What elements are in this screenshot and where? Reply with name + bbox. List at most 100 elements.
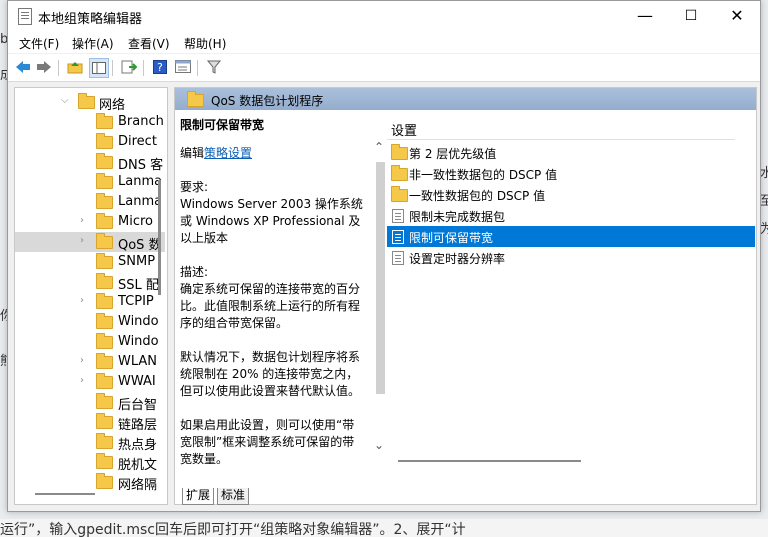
list-item-label: 限制未完成数据包 — [409, 210, 506, 224]
expand-closed-icon[interactable]: › — [80, 376, 90, 386]
list-item-label: 设置定时器分辨率 — [409, 252, 506, 266]
folder-icon — [96, 133, 113, 149]
svg-text:?: ? — [157, 61, 163, 74]
export-list-icon[interactable] — [120, 58, 138, 76]
list-item[interactable]: 非一致性数据包的 DSCP 值 — [387, 163, 755, 184]
menu-action[interactable]: 操作(A) — [72, 35, 114, 52]
list-horizontal-scrollbar[interactable] — [398, 460, 581, 462]
list-item-label: 限制可保留带宽 — [409, 231, 494, 245]
title-bar[interactable]: 本地组策略编辑器 — ☐ ✕ — [8, 1, 760, 31]
scroll-up-icon[interactable]: ⌃ — [374, 140, 384, 154]
tree-item[interactable]: Branch — [15, 112, 165, 132]
bg-fragment: 至 — [760, 194, 768, 209]
folder-icon — [96, 113, 113, 129]
list-item[interactable]: 一致性数据包的 DSCP 值 — [387, 184, 755, 205]
tree-item[interactable]: › Micro — [15, 212, 165, 232]
tree-item[interactable]: › WWAI — [15, 372, 165, 392]
tree-item[interactable]: Windo — [15, 332, 165, 352]
folder-icon — [96, 153, 113, 169]
expand-closed-icon[interactable]: › — [80, 356, 90, 366]
tab-extended[interactable]: 扩展 — [182, 488, 215, 505]
tree-item-label: WWAI — [118, 374, 156, 389]
scroll-down-icon[interactable]: ⌄ — [374, 438, 384, 452]
tree-item[interactable]: 热点身 — [15, 432, 165, 452]
description-default: 默认情况下，数据包计划程序将系统限制在 20% 的连接带宽之内，但可以使用此设置… — [180, 350, 361, 398]
tab-standard[interactable]: 标准 — [217, 488, 250, 505]
folder-icon — [96, 273, 113, 289]
expand-closed-icon[interactable]: › — [80, 216, 90, 226]
details-pane: QoS 数据包计划程序 限制可保留带宽 编辑策略设置 要求: Windows S… — [174, 87, 757, 505]
gpedit-window: 本地组策略编辑器 — ☐ ✕ 文件(F) 操作(A) 查看(V) 帮助(H) ? — [7, 0, 761, 512]
column-header-setting[interactable]: 设置 — [387, 117, 735, 140]
tree-item-label: 热点身 — [118, 438, 158, 452]
requirements-label: 要求: — [180, 180, 209, 194]
folder-icon — [96, 373, 113, 389]
tree-item[interactable]: Windo — [15, 312, 165, 332]
list-item[interactable]: 第 2 层优先级值 — [387, 142, 755, 163]
properties-icon[interactable] — [174, 58, 192, 76]
tree-item[interactable]: DNS 客 — [15, 152, 165, 172]
folder-icon — [96, 173, 113, 189]
back-icon[interactable] — [14, 58, 32, 76]
edit-policy-link[interactable]: 策略设置 — [204, 146, 252, 160]
filter-icon[interactable] — [205, 58, 223, 76]
tree-item[interactable]: › TCPIP — [15, 292, 165, 312]
menu-file[interactable]: 文件(F) — [19, 35, 59, 52]
tree-item[interactable]: 链路层 — [15, 412, 165, 432]
tree-item-label: Direct — [118, 134, 157, 149]
forward-icon[interactable] — [35, 58, 53, 76]
bg-document-text: 运行”，输入gpedit.msc回车后即可打开“组策略对象编辑器”。2、展开“计 — [0, 519, 768, 537]
tree-item[interactable]: Lanma — [15, 172, 165, 192]
tree-item[interactable]: 后台智 — [15, 392, 165, 412]
tree-item-label: SSL 配 — [118, 278, 159, 292]
scroll-thumb[interactable] — [376, 162, 385, 394]
tree-item-network[interactable]: ⌵ 网络 — [15, 92, 165, 112]
description-scrollbar[interactable]: ⌃ ⌄ — [373, 140, 387, 460]
tree-horizontal-scrollbar[interactable] — [35, 493, 95, 495]
tree-item[interactable]: › WLAN — [15, 352, 165, 372]
minimize-button[interactable]: — — [622, 1, 668, 31]
folder-icon — [391, 165, 408, 181]
tree-pane[interactable]: ⌵ 网络 Branch Direct DNS 客 Lanma Lanma › M… — [14, 87, 168, 505]
tree-item[interactable]: 脱机文 — [15, 452, 165, 472]
menu-help[interactable]: 帮助(H) — [184, 35, 226, 52]
tree-item-qos[interactable]: › QoS 数 — [15, 232, 165, 252]
up-folder-icon[interactable] — [66, 58, 84, 76]
tree-item[interactable]: SNMP — [15, 252, 165, 272]
expand-open-icon[interactable]: ⌵ — [61, 96, 71, 106]
settings-list: 设置 第 2 层优先级值 非一致性数据包的 DSCP 值 一致性数据包的 DSC… — [387, 110, 755, 466]
tree-item[interactable]: Direct — [15, 132, 165, 152]
show-hide-tree-icon[interactable] — [89, 58, 109, 78]
tree-item[interactable]: 网络隔 — [15, 472, 165, 492]
folder-icon — [96, 333, 113, 349]
bg-fragment: 水 — [760, 166, 768, 181]
expand-closed-icon[interactable]: › — [80, 236, 90, 246]
tree-item[interactable]: Lanma — [15, 192, 165, 212]
toolbar-separator — [197, 60, 198, 76]
folder-icon — [96, 413, 113, 429]
help-icon[interactable]: ? — [151, 58, 169, 76]
folder-icon — [96, 313, 113, 329]
list-item-selected[interactable]: 限制可保留带宽 — [387, 226, 755, 247]
folder-icon — [96, 473, 113, 489]
expand-closed-icon[interactable]: › — [80, 296, 90, 306]
folder-icon — [391, 144, 408, 160]
list-item[interactable]: 设置定时器分辨率 — [387, 247, 755, 268]
policy-title: 限制可保留带宽 — [180, 118, 265, 132]
maximize-button[interactable]: ☐ — [668, 1, 714, 31]
list-item[interactable]: 限制未完成数据包 — [387, 205, 755, 226]
menu-view[interactable]: 查看(V) — [128, 35, 170, 52]
tree-item-label: Windo — [118, 334, 159, 349]
close-button[interactable]: ✕ — [714, 1, 760, 31]
folder-icon — [187, 91, 204, 107]
edit-prefix: 编辑 — [180, 146, 205, 160]
tree-item-label: QoS 数 — [118, 238, 162, 252]
requirements-text: Windows Server 2003 操作系统或 Windows XP Pro… — [180, 197, 363, 245]
tree-item-label: 网络隔 — [118, 478, 158, 492]
tree-item[interactable]: SSL 配 — [15, 272, 165, 292]
view-tabs: 扩展 标准 — [175, 488, 756, 505]
tree-item-label: DNS 客 — [118, 158, 164, 172]
folder-icon — [96, 353, 113, 369]
tree-vertical-scrollbar[interactable] — [158, 180, 161, 295]
gpedit-app-icon — [18, 8, 32, 25]
